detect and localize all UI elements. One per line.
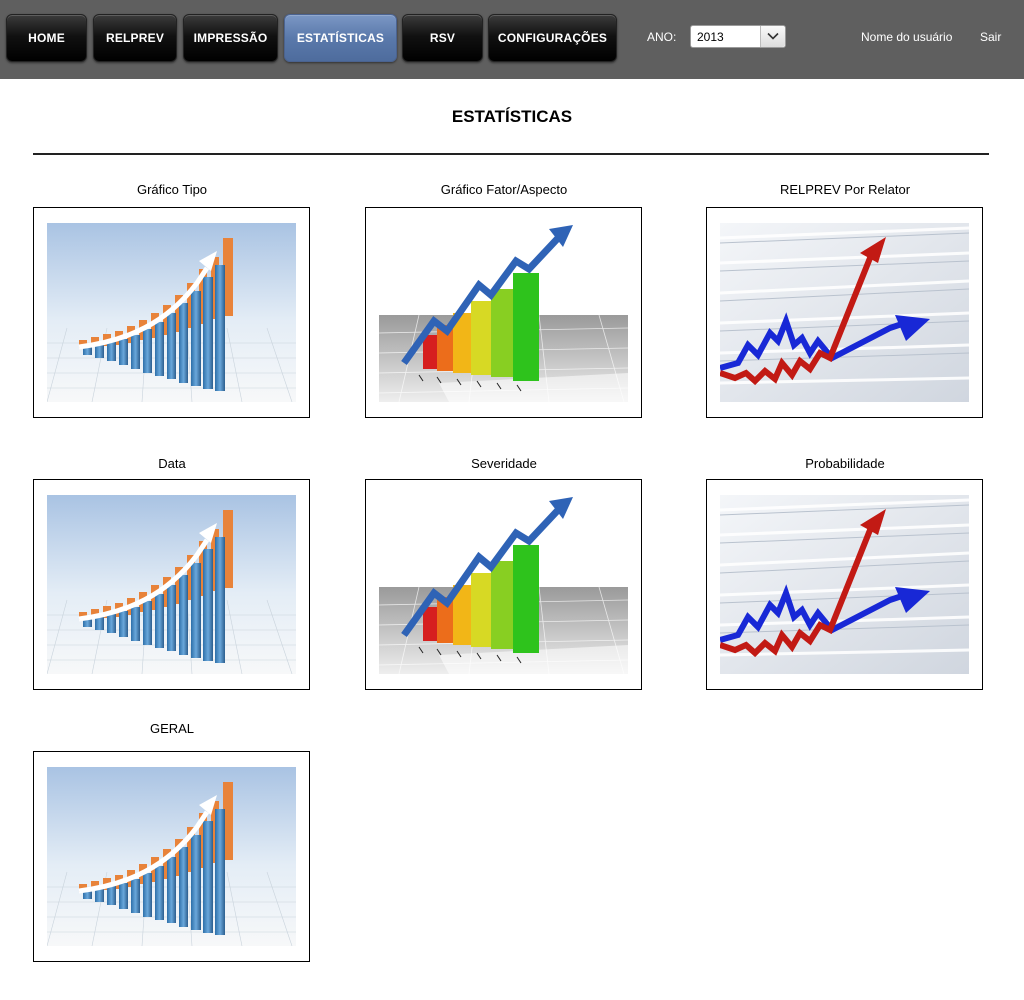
red-blue-arrows-chart-icon [720,223,969,402]
card-data[interactable] [33,479,310,690]
card-label-geral: GERAL [149,721,195,736]
bar-chart-colored-arrow-icon [379,495,628,674]
nav-rsv-button[interactable]: RSV [402,14,483,62]
bar-chart-colored-arrow-icon [379,223,628,402]
card-severidade[interactable] [365,479,642,690]
year-label: ANO: [647,30,677,44]
card-grafico-fator-aspecto[interactable] [365,207,642,418]
year-select-value: 2013 [697,30,724,44]
bar-chart-rising-blue-icon [47,767,296,946]
bar-chart-rising-blue-icon [47,495,296,674]
nav-relprev-button[interactable]: RELPREV [93,14,177,62]
red-blue-arrows-chart-icon [720,495,969,674]
top-navigation-bar: HOME RELPREV IMPRESSÃO ESTATÍSTICAS RSV … [0,0,1024,79]
card-probabilidade[interactable] [706,479,983,690]
card-label-grafico-tipo: Gráfico Tipo [136,182,208,197]
bar-chart-rising-blue-icon [47,223,296,402]
card-label-grafico-fator-aspecto: Gráfico Fator/Aspecto [440,182,568,197]
card-label-probabilidade: Probabilidade [805,456,885,471]
year-select[interactable]: 2013 [690,25,786,48]
title-divider [33,153,989,155]
card-label-data: Data [158,456,186,471]
card-grafico-tipo[interactable] [33,207,310,418]
card-label-severidade: Severidade [471,456,537,471]
nav-estatisticas-button[interactable]: ESTATÍSTICAS [284,14,397,62]
card-label-relprev-por-relator: RELPREV Por Relator [779,182,911,197]
chevron-down-icon[interactable] [760,26,785,47]
card-relprev-por-relator[interactable] [706,207,983,418]
nav-configuracoes-button[interactable]: CONFIGURAÇÕES [488,14,617,62]
nav-impressao-button[interactable]: IMPRESSÃO [183,14,278,62]
page-title: ESTATÍSTICAS [451,107,573,126]
card-geral[interactable] [33,751,310,962]
user-name[interactable]: Nome do usuário [861,30,952,44]
logout-link[interactable]: Sair [980,30,1001,44]
nav-home-button[interactable]: HOME [6,14,87,62]
